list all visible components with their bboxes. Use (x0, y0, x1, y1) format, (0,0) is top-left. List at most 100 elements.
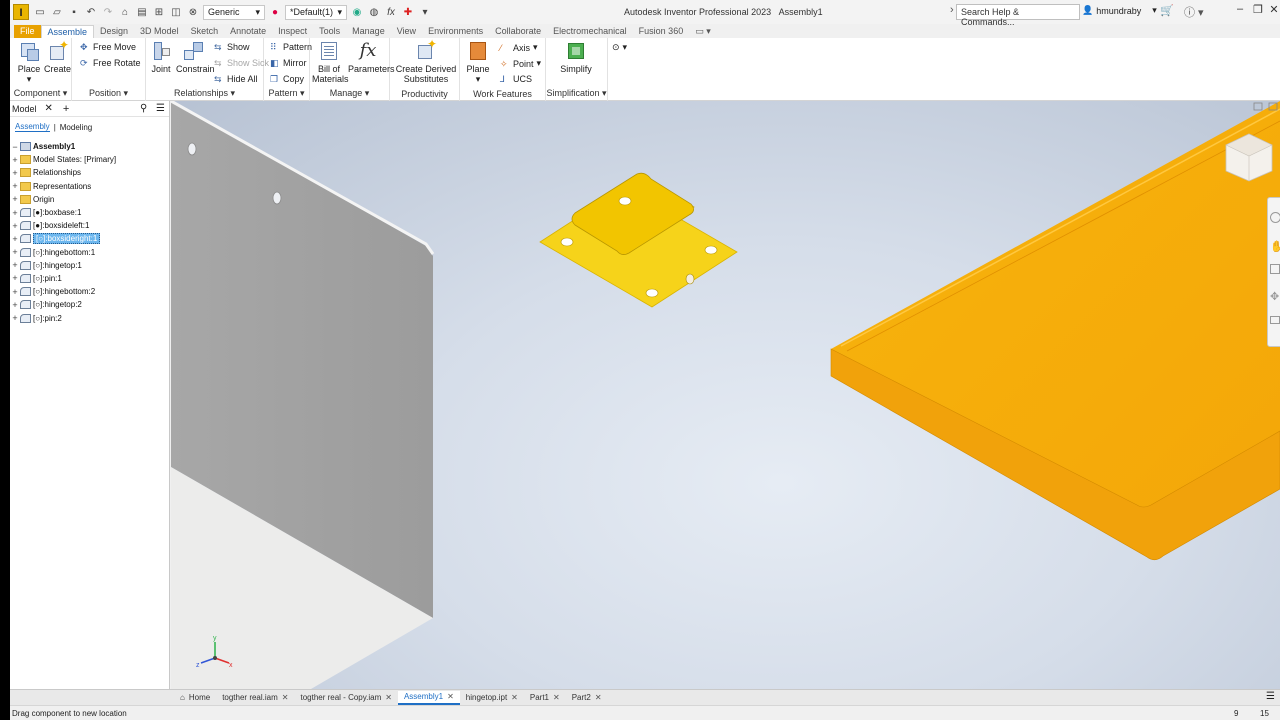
save-icon[interactable]: ▪ (67, 5, 81, 19)
model-canvas[interactable]: x z y (171, 101, 1280, 689)
bill-of-materials-button[interactable]: Bill of Materials (312, 40, 349, 84)
hide-all-button[interactable]: ⇆ Hide All (214, 74, 258, 84)
doc-tab[interactable]: togther real.iam ✕ (216, 691, 294, 705)
axis-button[interactable]: ⁄ Axis ▾ (500, 42, 538, 53)
point-button[interactable]: ✧ Point ▾ (500, 58, 541, 69)
redo-icon[interactable]: ↷ (101, 5, 115, 19)
expand-icon[interactable]: + (10, 260, 20, 270)
position-group-label[interactable]: Position ▾ (72, 88, 145, 99)
appearance-select[interactable]: *Default(1) ▾ (285, 4, 347, 20)
tab-fusion-360[interactable]: Fusion 360 (633, 25, 690, 38)
doc-tab[interactable]: Assembly1 ✕ (397, 690, 460, 705)
ribbon-options-button[interactable]: ⊙ ▾ (612, 42, 627, 53)
tree-node[interactable]: + [●]:boxbase:1 (10, 206, 169, 219)
tree-node[interactable]: + [○]:hingetop:2 (10, 298, 169, 311)
expand-icon[interactable]: + (10, 247, 20, 257)
close-icon[interactable]: ✕ (385, 693, 392, 702)
clear-override-icon[interactable]: ◍ (367, 5, 381, 19)
tree-node[interactable]: + [○]:pin:2 (10, 311, 169, 324)
tab-3d-model[interactable]: 3D Model (134, 25, 185, 38)
parameters-button[interactable]: fx Parameters (348, 40, 395, 74)
hinge-component[interactable] (539, 172, 738, 308)
add-tab-icon[interactable]: + (63, 103, 69, 115)
close-icon[interactable]: ✕ (553, 693, 560, 702)
maximize-icon[interactable]: ❐ (1250, 3, 1266, 16)
tab-electromechanical[interactable]: Electromechanical (547, 25, 633, 38)
simplification-group-label[interactable]: Simplification ▾ (546, 88, 607, 99)
show-button[interactable]: ⇆ Show (214, 42, 250, 52)
component-group-label[interactable]: Component ▾ (10, 88, 71, 99)
tab-assemble[interactable]: Assemble (40, 25, 95, 38)
tree-node[interactable]: + [○]:boxsideright:1 (10, 232, 169, 245)
tab-design[interactable]: Design (94, 25, 134, 38)
expand-icon[interactable]: + (10, 287, 20, 297)
close-icon[interactable]: ✕ (45, 103, 53, 114)
tree-node[interactable]: + [○]:pin:1 (10, 272, 169, 285)
tab-collaborate[interactable]: Collaborate (489, 25, 547, 38)
tree-node[interactable]: + Representations (10, 180, 169, 193)
expand-icon[interactable]: + (10, 313, 20, 323)
search-chevron-icon[interactable]: › (950, 4, 954, 16)
relationships-group-label[interactable]: Relationships ▾ (146, 88, 263, 99)
joint-button[interactable]: Joint (148, 40, 174, 74)
color-override-icon[interactable]: ◉ (350, 5, 364, 19)
tree-root[interactable]: − Assembly1 (10, 140, 169, 153)
create-button[interactable]: ✦ Create (44, 39, 71, 74)
box-side-panel[interactable] (171, 101, 435, 689)
minimize-icon[interactable]: – (1232, 3, 1248, 15)
new-icon[interactable]: ▭ (33, 5, 47, 19)
tree-node[interactable]: + Model States: [Primary] (10, 153, 169, 166)
doc-tab[interactable]: Part2 ✕ (566, 691, 608, 705)
doc-tab[interactable]: Part1 ✕ (524, 691, 566, 705)
doc-tab[interactable]: hingetop.ipt ✕ (460, 691, 524, 705)
look-at-icon[interactable] (1270, 316, 1280, 324)
free-move-button[interactable]: ✥ Free Move (80, 42, 136, 52)
simplify-button[interactable]: Simplify (556, 40, 596, 74)
expand-icon[interactable]: + (10, 155, 20, 165)
steering-wheel-icon[interactable] (1270, 212, 1280, 223)
expand-icon[interactable]: + (10, 300, 20, 310)
tab-sketch[interactable]: Sketch (185, 25, 225, 38)
tree-node[interactable]: + [○]:hingebottom:2 (10, 285, 169, 298)
tab-inspect[interactable]: Inspect (272, 25, 313, 38)
expand-icon[interactable]: + (10, 234, 20, 244)
pan-icon[interactable]: ✋ (1270, 240, 1280, 253)
app-logo[interactable]: I (13, 4, 29, 20)
user-menu[interactable]: 👤 hmundraby ▾ (1082, 5, 1157, 16)
material-select[interactable]: Generic ▾ (203, 4, 265, 20)
tree-node[interactable]: + [○]:hingebottom:1 (10, 246, 169, 259)
subtab-assembly[interactable]: Assembly (15, 122, 50, 132)
pattern-button[interactable]: ⠿ Pattern (270, 42, 312, 52)
open-icon[interactable]: ▱ (50, 5, 64, 19)
zoom-icon[interactable] (1270, 264, 1280, 274)
expand-icon[interactable]: + (10, 208, 20, 218)
expand-icon[interactable]: + (10, 221, 20, 231)
constrain-button[interactable]: Constrain (176, 40, 215, 74)
close-icon[interactable]: ✕ (282, 693, 289, 702)
subtab-modeling[interactable]: Modeling (60, 123, 92, 132)
add-icon[interactable]: ✚ (401, 5, 415, 19)
graphics-viewport[interactable]: x z y ✋ ✥ (171, 101, 1280, 689)
tree-node[interactable]: + [●]:boxsideleft:1 (10, 219, 169, 232)
undo-icon[interactable]: ↶ (84, 5, 98, 19)
appearance-icon[interactable]: ● (268, 5, 282, 19)
measure-icon[interactable]: ◫ (169, 5, 183, 19)
tree-node[interactable]: + [○]:hingetop:1 (10, 259, 169, 272)
collapse-icon[interactable]: − (10, 142, 20, 152)
select-icon[interactable]: ⊞ (152, 5, 166, 19)
manage-group-label[interactable]: Manage ▾ (310, 88, 389, 99)
cart-icon[interactable]: 🛒 (1160, 4, 1174, 17)
customize-icon[interactable]: ▾ (418, 5, 432, 19)
home-icon[interactable]: ⌂ (118, 5, 132, 19)
help-icon[interactable]: ⓘ ▾ (1184, 4, 1204, 20)
tab-annotate[interactable]: Annotate (224, 25, 272, 38)
search-input[interactable]: Search Help & Commands... (956, 4, 1080, 27)
update-icon[interactable]: ▤ (135, 5, 149, 19)
tab-file[interactable]: File (14, 25, 41, 38)
expand-icon[interactable]: + (10, 273, 20, 283)
tab-manage[interactable]: Manage (346, 25, 391, 38)
create-derived-substitutes-button[interactable]: ✦ Create Derived Substitutes (394, 38, 458, 84)
mirror-button[interactable]: ◧ Mirror (270, 58, 307, 68)
doc-tab[interactable]: togther real - Copy.iam ✕ (294, 691, 397, 705)
box-base-plate[interactable] (830, 101, 1280, 561)
